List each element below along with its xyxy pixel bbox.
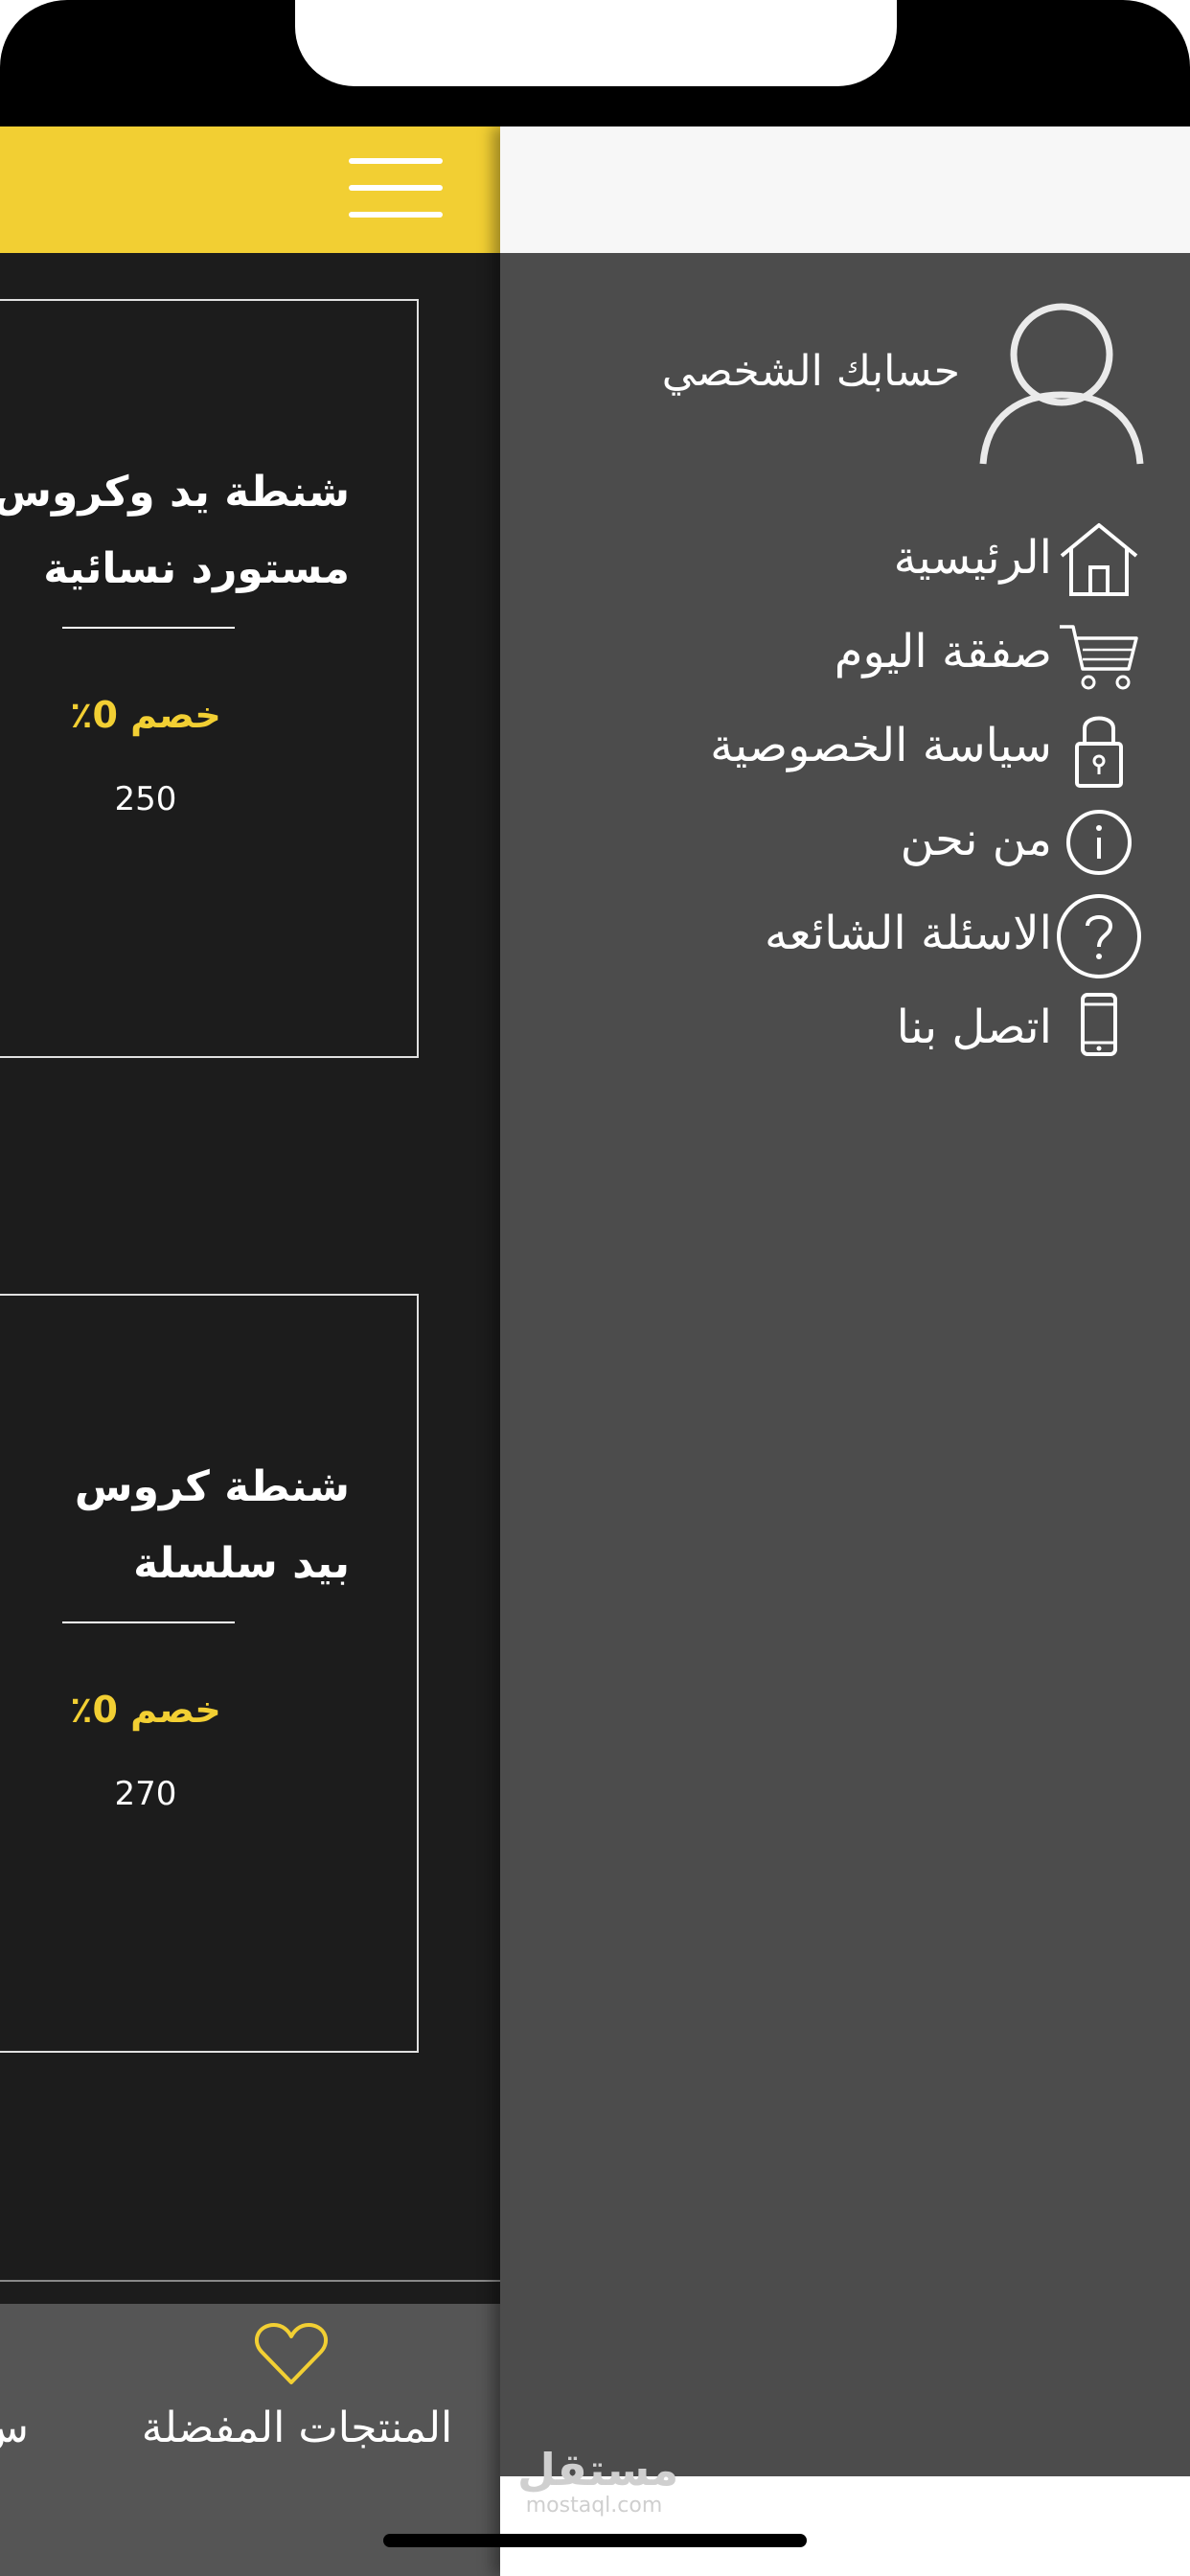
info-icon [1066,810,1132,875]
home-indicator[interactable] [383,2534,807,2547]
product-title-line: مستورد نسائية [43,544,350,593]
product-title: شنطة كروس بيد سلسلة [0,1449,350,1602]
drawer-item-label: صفقة اليوم [834,625,1052,678]
product-price: 270 [114,1775,177,1813]
product-divider [62,1622,235,1623]
user-icon[interactable] [977,299,1146,468]
phone-icon [1081,993,1117,1056]
drawer-item-label: الرئيسية [893,531,1052,585]
drawer-item-deal-of-day[interactable]: صفقة اليوم [500,611,1190,698]
product-title-line: شنطة يد وكروس م [0,468,350,517]
drawer-item-privacy[interactable]: سياسة الخصوصية [500,705,1190,792]
drawer-item-label: الاسئلة الشائعه [765,907,1052,960]
product-title-line: بيد سلسلة [133,1539,350,1588]
question-icon [1057,894,1141,978]
heart-icon[interactable] [253,2321,330,2388]
drawer-item-home[interactable]: الرئيسية [500,518,1190,604]
drawer-item-label: سياسة الخصوصية [710,719,1052,772]
bottom-nav-partial-item[interactable]: س [0,2404,29,2452]
main-app-panel: شنطة يد وكروس م مستورد نسائية خصم 0٪ 250… [0,126,500,2576]
lock-icon [1075,716,1123,788]
product-discount: خصم 0٪ [70,1689,221,1731]
cart-icon [1060,625,1138,690]
product-discount: خصم 0٪ [70,694,221,736]
home-icon [1060,523,1138,596]
watermark-domain: mostaql.com [525,2494,663,2518]
hamburger-icon[interactable] [349,158,443,218]
product-card[interactable]: شنطة يد وكروس م مستورد نسائية خصم 0٪ 250 [0,299,419,1058]
bottom-nav-divider [0,2280,500,2282]
product-title-line: شنطة كروس [74,1462,350,1511]
drawer-item-about[interactable]: من نحن [500,799,1190,886]
drawer-header-strip [500,126,1190,253]
watermark-logo: مستقل mostaql.com [517,2444,679,2518]
product-title: شنطة يد وكروس م مستورد نسائية [0,454,350,608]
watermark-text: مستقل [517,2444,679,2496]
side-drawer: حسابك الشخصي الرئيسية صفقة اليوم سياسة ا… [500,126,1190,2576]
device-notch [295,0,897,86]
drawer-item-faq[interactable]: الاسئلة الشائعه [500,893,1190,979]
product-card[interactable]: شنطة كروس بيد سلسلة خصم 0٪ 270 [0,1294,419,2053]
app-header [0,126,500,253]
drawer-item-contact[interactable]: اتصل بنا [500,987,1190,1073]
bottom-nav-favorites[interactable]: المنتجات المفضلة [125,2404,469,2452]
drawer-item-label: اتصل بنا [896,1000,1052,1054]
profile-label[interactable]: حسابك الشخصي [596,347,960,396]
drawer-item-label: من نحن [900,813,1052,866]
product-divider [62,627,235,629]
product-price: 250 [114,780,177,818]
